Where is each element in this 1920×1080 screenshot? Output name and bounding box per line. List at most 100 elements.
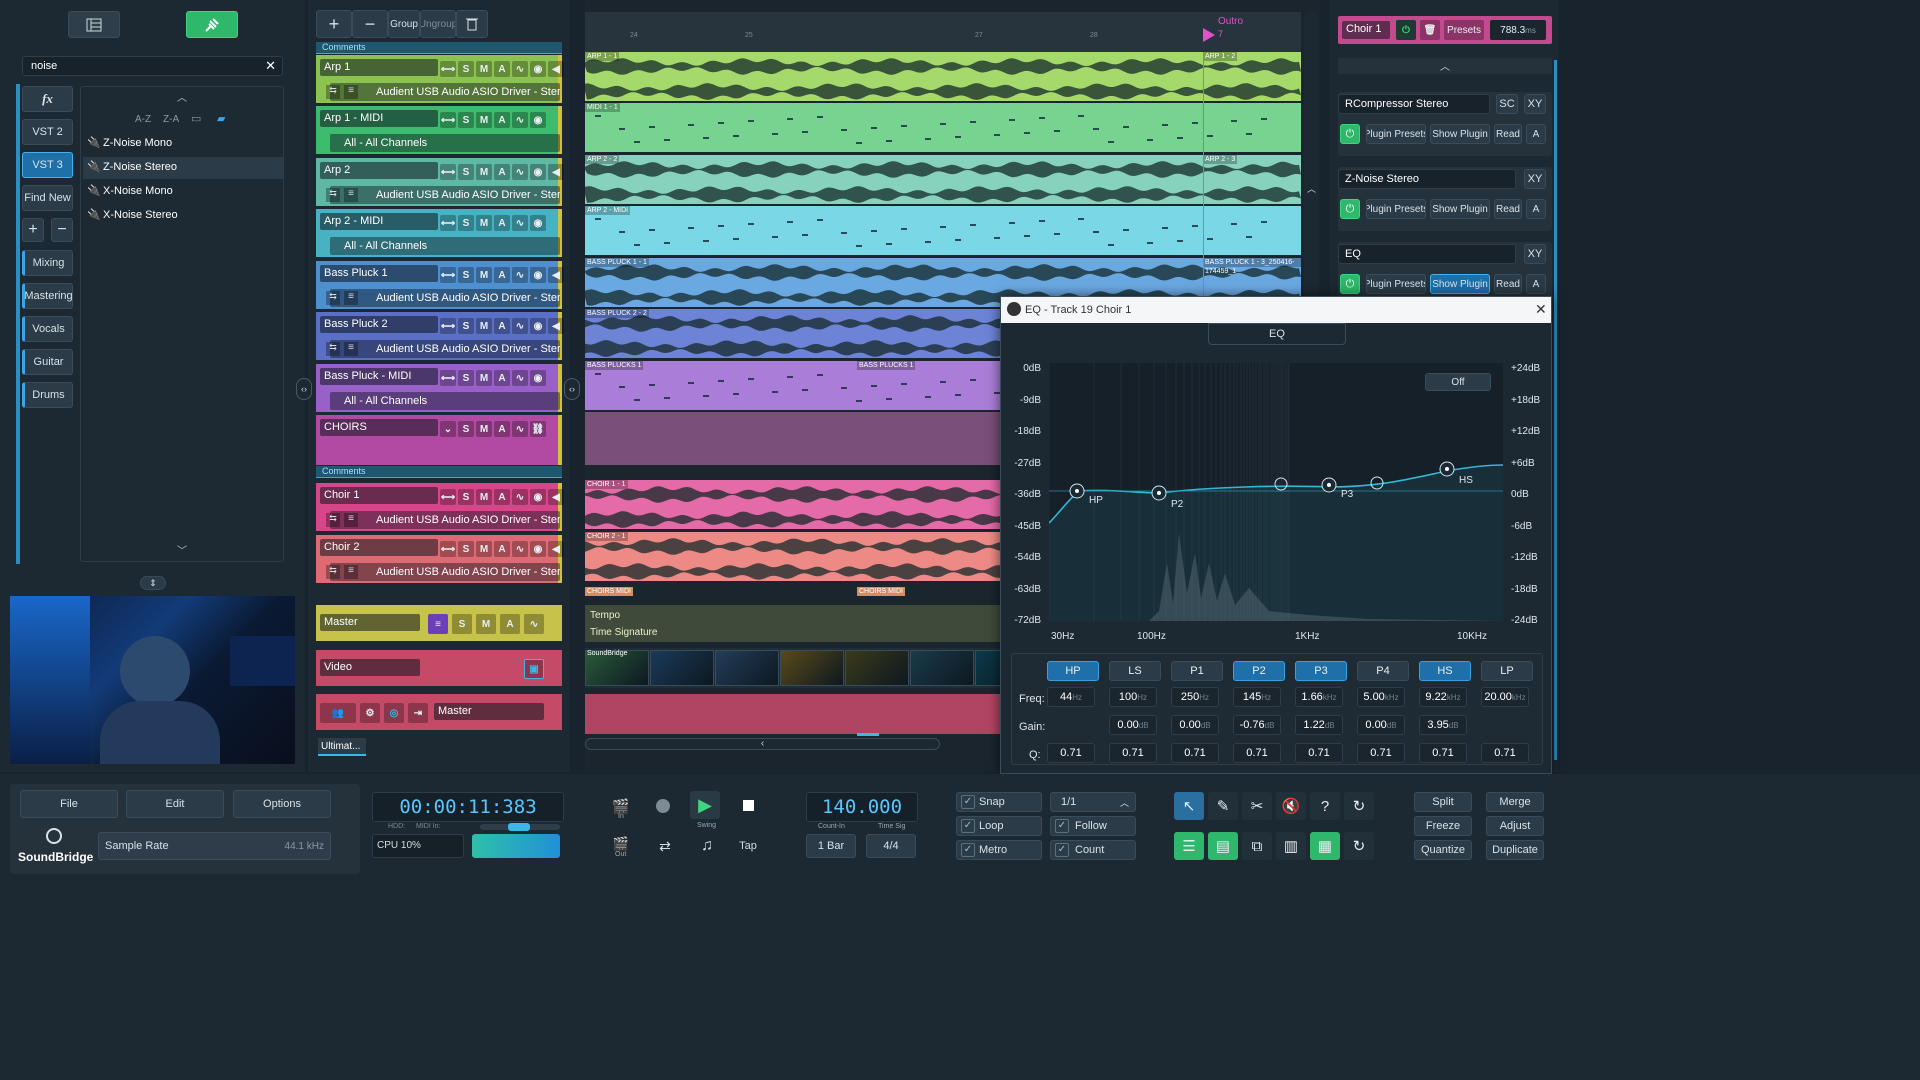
- clip-label[interactable]: BASS PLUCK 2 - 2: [585, 309, 649, 318]
- track-lane[interactable]: ARP 1 - 1 ARP 1 - 2: [585, 52, 1301, 102]
- category-guitar[interactable]: Guitar: [22, 349, 73, 375]
- band-gain-field[interactable]: 0.00 dB: [1171, 715, 1219, 735]
- input-route-icon[interactable]: ⇆: [326, 565, 340, 579]
- input-route-icon[interactable]: ⇆: [326, 85, 340, 99]
- automation-icon[interactable]: ∿: [512, 489, 528, 505]
- band-freq-field[interactable]: 250 Hz: [1171, 687, 1219, 707]
- band-p3-button[interactable]: P3: [1295, 661, 1347, 681]
- band-q-field[interactable]: 0.71: [1047, 743, 1095, 763]
- browser-view-button[interactable]: [68, 11, 120, 38]
- audio-input-select[interactable]: Audient USB Audio ASIO Driver - Stereo 1…: [330, 511, 560, 529]
- master-automation-icon[interactable]: ∿: [524, 614, 544, 634]
- solo-button[interactable]: S: [458, 489, 474, 505]
- clip-label[interactable]: BASS PLUCKS 1: [585, 361, 644, 370]
- input-route-icon[interactable]: ⇆: [326, 342, 340, 356]
- route-icon[interactable]: ⟷: [440, 318, 456, 334]
- timesig-select[interactable]: 4/4: [866, 834, 916, 858]
- band-q-field[interactable]: 0.71: [1171, 743, 1219, 763]
- band-q-field[interactable]: 0.71: [1419, 743, 1467, 763]
- help-icon[interactable]: ?: [1310, 792, 1340, 820]
- tap-button[interactable]: Tap: [733, 832, 763, 860]
- volume-icon[interactable]: ◀: [548, 61, 564, 77]
- solo-button[interactable]: S: [458, 164, 474, 180]
- pointer-tool-icon[interactable]: ↖: [1174, 792, 1204, 820]
- record-arm-button[interactable]: ◉: [530, 61, 546, 77]
- midi-input-select[interactable]: All - All Channels: [330, 392, 560, 410]
- record-arm-button[interactable]: ◉: [530, 267, 546, 283]
- find-new-button[interactable]: Find New: [22, 185, 73, 211]
- track-name[interactable]: Arp 2: [320, 162, 438, 179]
- solo-button[interactable]: S: [458, 318, 474, 334]
- plugin-list-item[interactable]: 🔌 X-Noise Stereo: [83, 205, 283, 227]
- duplicate-button[interactable]: Duplicate: [1486, 840, 1544, 860]
- follow-toggle[interactable]: Follow ✓: [1050, 816, 1136, 836]
- search-input[interactable]: noise ✕: [22, 56, 283, 76]
- group-button[interactable]: Group: [388, 10, 420, 38]
- master-solo-button[interactable]: S: [452, 614, 472, 634]
- show-plugin-button[interactable]: Show Plugin: [1430, 124, 1490, 144]
- solo-button[interactable]: S: [458, 112, 474, 128]
- ungroup-button[interactable]: Ungroup: [420, 10, 456, 38]
- volume-icon[interactable]: ◀: [548, 318, 564, 334]
- adjust-button[interactable]: Adjust: [1486, 816, 1544, 836]
- band-lp-button[interactable]: LP: [1481, 661, 1533, 681]
- plugin-list-item[interactable]: 🔌 X-Noise Mono: [83, 181, 283, 203]
- track-header[interactable]: Arp 2 ⟷ S M A ∿ ◉ ◀ Audient USB Audio ASIO Drive…: [316, 158, 564, 206]
- audio-input-select[interactable]: Audient USB Audio ASIO Driver - Stereo 1…: [330, 340, 560, 358]
- scroll-down-icon[interactable]: ﹀: [177, 542, 187, 557]
- track-name[interactable]: Bass Pluck 1: [320, 265, 438, 282]
- band-q-field[interactable]: 0.71: [1357, 743, 1405, 763]
- record-button[interactable]: [656, 799, 670, 813]
- menu-icon[interactable]: ≡: [344, 342, 358, 356]
- output-master-name[interactable]: Master: [434, 703, 544, 720]
- input-route-icon[interactable]: ⇆: [326, 513, 340, 527]
- automation-a-button[interactable]: A: [1526, 274, 1546, 294]
- auto-button[interactable]: A: [494, 112, 510, 128]
- remove-track-button[interactable]: −: [352, 10, 388, 38]
- trash-button[interactable]: 🗑: [1420, 20, 1440, 40]
- automation-icon[interactable]: ∿: [512, 215, 528, 231]
- mute-button[interactable]: M: [476, 421, 492, 437]
- record-arm-button[interactable]: ◉: [530, 541, 546, 557]
- record-arm-button[interactable]: ◉: [530, 489, 546, 505]
- band-freq-field[interactable]: 44 Hz: [1047, 687, 1095, 707]
- auto-button[interactable]: A: [494, 164, 510, 180]
- redo-icon[interactable]: ↻: [1344, 832, 1374, 860]
- track-header[interactable]: Bass Pluck - MIDI ⟷ S M A ∿ ◉ All - All Channel…: [316, 364, 562, 412]
- band-gain-field[interactable]: -0.76 dB: [1233, 715, 1281, 735]
- volume-icon[interactable]: ◀: [548, 541, 564, 557]
- automation-icon[interactable]: ∿: [512, 61, 528, 77]
- clip-label[interactable]: BASS PLUCK 1 - 1: [585, 258, 649, 267]
- track-header[interactable]: Choir 1 ⟷ S M A ∿ ◉ ◀ Audient USB Audio ASIO Dri…: [316, 483, 564, 531]
- count-toggle[interactable]: Count ✓: [1050, 840, 1136, 860]
- band-hs-button[interactable]: HS: [1419, 661, 1471, 681]
- volume-icon[interactable]: ◀: [548, 164, 564, 180]
- sort-za-button[interactable]: Z-A: [163, 114, 179, 125]
- scroll-up-icon[interactable]: ︿: [177, 89, 187, 104]
- category-mixing[interactable]: Mixing: [22, 250, 73, 276]
- audio-input-select[interactable]: Audient USB Audio ASIO Driver - Stereo 1…: [330, 289, 560, 307]
- master-auto-button[interactable]: A: [500, 614, 520, 634]
- metro-toggle[interactable]: Metro ✓: [956, 840, 1042, 860]
- auto-button[interactable]: A: [494, 318, 510, 334]
- eq-curve-graph[interactable]: HP P2 P3 HS: [1048, 363, 1504, 621]
- time-display[interactable]: 00:00:11:383: [372, 792, 564, 822]
- audio-input-select[interactable]: Audient USB Audio ASIO Driver - Stereo 1…: [330, 563, 560, 581]
- automation-a-button[interactable]: A: [1526, 124, 1546, 144]
- read-button[interactable]: Read: [1494, 199, 1522, 219]
- timeline-ruler[interactable]: 24 25 27 28 Outro 7: [585, 12, 1301, 52]
- clip-label[interactable]: ARP 1 - 1: [585, 52, 620, 61]
- master-volume-slider[interactable]: [480, 823, 560, 831]
- track-name[interactable]: Arp 1 - MIDI: [320, 110, 438, 127]
- browser-view-icon[interactable]: ▦: [1310, 832, 1340, 860]
- mute-tool-icon[interactable]: 🔇: [1276, 792, 1306, 820]
- plugin-slot-name[interactable]: RCompressor Stereo: [1338, 94, 1490, 114]
- clip-label[interactable]: ARP 2 - 3: [1203, 155, 1238, 164]
- record-arm-button[interactable]: ◉: [530, 318, 546, 334]
- clip-label[interactable]: ARP 1 - 2: [1203, 52, 1238, 61]
- eq-tab[interactable]: EQ: [1208, 323, 1346, 345]
- mute-button[interactable]: M: [476, 215, 492, 231]
- monitor-icon[interactable]: ◎: [384, 703, 404, 723]
- plugin-list-item[interactable]: 🔌 Z-Noise Stereo: [83, 157, 283, 179]
- route-icon[interactable]: ⟷: [440, 61, 456, 77]
